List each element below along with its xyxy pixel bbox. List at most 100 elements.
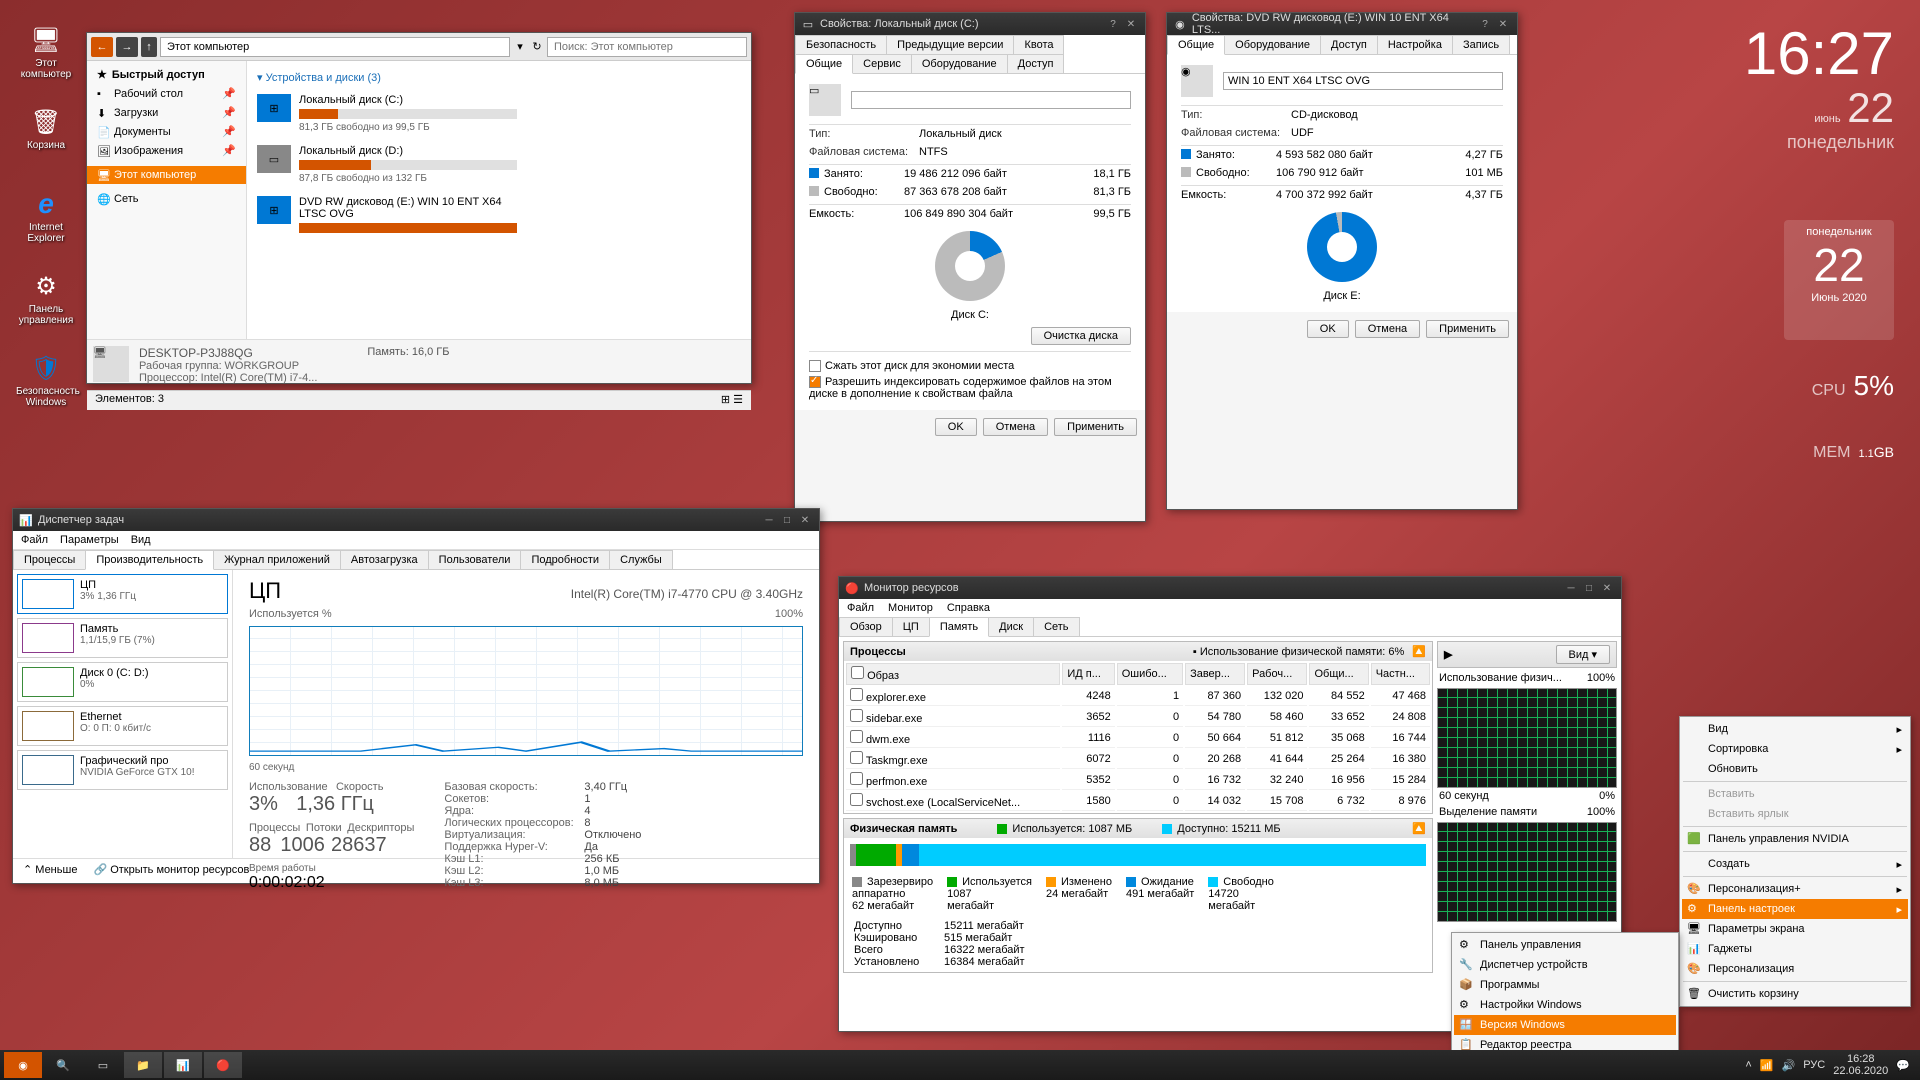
tab-sharing[interactable]: Доступ [1320, 35, 1378, 54]
menu-item[interactable]: ⚙Панель настроек▸ [1682, 899, 1908, 919]
fewer-details-link[interactable]: ⌃ Меньше [23, 863, 77, 876]
min-button[interactable]: ─ [761, 513, 777, 527]
volume-tray-icon[interactable]: 🔊 [1782, 1059, 1796, 1072]
menu-help[interactable]: Справка [947, 602, 990, 614]
forward-button[interactable]: → [116, 37, 138, 57]
close-button[interactable]: ✕ [1599, 581, 1615, 595]
menu-file[interactable]: Файл [21, 534, 48, 546]
up-button[interactable]: ↑ [141, 37, 157, 57]
col-private[interactable]: Частн... [1371, 663, 1430, 685]
ok-button[interactable]: OK [1307, 320, 1349, 338]
dropdown-icon[interactable]: ▾ [513, 40, 527, 53]
open-resmon-link[interactable]: 🔗 Открыть монитор ресурсов [93, 863, 249, 876]
min-button[interactable]: ─ [1563, 581, 1579, 595]
tab-overview[interactable]: Обзор [839, 617, 893, 636]
notifications-icon[interactable]: 💬 [1896, 1059, 1910, 1072]
table-row[interactable]: dwm.exe1116050 66451 81235 06816 744 [846, 729, 1430, 748]
address-bar[interactable]: Этот компьютер [160, 37, 510, 57]
cancel-button[interactable]: Отмена [983, 418, 1048, 436]
menu-item[interactable]: Вставить ярлык [1682, 804, 1908, 824]
start-button[interactable]: ◉ [4, 1052, 42, 1078]
clock-tray[interactable]: 16:28 22.06.2020 [1833, 1053, 1888, 1077]
back-button[interactable]: ← [91, 37, 113, 57]
tab-tools[interactable]: Сервис [852, 54, 912, 73]
menu-item[interactable]: 🎨Персонализация [1682, 959, 1908, 979]
close-button[interactable]: ✕ [797, 513, 813, 527]
menu-item[interactable]: 🪟Версия Windows [1454, 1015, 1676, 1035]
menu-item[interactable]: 🎨Персонализация+▸ [1682, 879, 1908, 899]
tab-cpu[interactable]: ЦП [892, 617, 930, 636]
resmon-taskbar[interactable]: 🔴 [204, 1052, 242, 1078]
menu-item[interactable]: 🖥Параметры экрана [1682, 919, 1908, 939]
menu-item[interactable]: 📦Программы [1454, 975, 1676, 995]
table-row[interactable]: svchost.exe (LocalServiceNet...1580014 0… [846, 792, 1430, 811]
titlebar[interactable]: 📊Диспетчер задач─□✕ [13, 509, 819, 531]
network-tray-icon[interactable]: 📶 [1760, 1059, 1774, 1072]
max-button[interactable]: □ [1581, 581, 1597, 595]
collapse-icon[interactable]: 🔼 [1412, 822, 1426, 835]
cleanup-button[interactable]: Очистка диска [1031, 327, 1131, 345]
titlebar[interactable]: 🔴Монитор ресурсов─□✕ [839, 577, 1621, 599]
taskview-button[interactable]: ▭ [84, 1052, 122, 1078]
collapse-icon[interactable]: 🔼 [1412, 645, 1426, 658]
col-faults[interactable]: Ошибо... [1117, 663, 1183, 685]
ok-button[interactable]: OK [935, 418, 977, 436]
tab-burn[interactable]: Запись [1452, 35, 1510, 54]
volume-label-input[interactable] [1223, 72, 1503, 90]
drive-d[interactable]: ▭ Локальный диск (D:) 87,8 ГБ свободно и… [257, 139, 517, 190]
desktop-icon-recycle[interactable]: 🗑Корзина [16, 106, 76, 151]
col-working[interactable]: Рабоч... [1247, 663, 1307, 685]
tab-quota[interactable]: Квота [1013, 35, 1064, 54]
tab-apphistory[interactable]: Журнал приложений [213, 550, 341, 569]
menu-item[interactable]: Сортировка▸ [1682, 739, 1908, 759]
sidebar-downloads[interactable]: ⬇Загрузки📌 [87, 103, 246, 122]
tab-processes[interactable]: Процессы [13, 550, 86, 569]
view-icons[interactable]: ⊞ ☰ [721, 393, 743, 408]
refresh-icon[interactable]: ↻ [530, 40, 544, 53]
table-row[interactable]: perfmon.exe5352016 73232 24016 95615 284 [846, 771, 1430, 790]
col-image[interactable]: Образ [846, 663, 1060, 685]
menu-item[interactable]: 🟩Панель управления NVIDIA [1682, 829, 1908, 849]
tab-startup[interactable]: Автозагрузка [340, 550, 429, 569]
index-checkbox[interactable] [809, 376, 821, 388]
table-row[interactable]: explorer.exe4248187 360132 02084 55247 4… [846, 687, 1430, 706]
panel-header[interactable]: Процессы▪ Использование физической памят… [844, 642, 1432, 661]
help-button[interactable]: ? [1105, 17, 1121, 31]
tab-hw[interactable]: Оборудование [1224, 35, 1321, 54]
desktop-icon-thispc[interactable]: 🖥Этот компьютер [16, 24, 76, 80]
drive-e[interactable]: ⊞ DVD RW дисковод (E:) WIN 10 ENT X64 LT… [257, 190, 517, 242]
perf-card-eth[interactable]: EthernetО: 0 П: 0 кбит/с [17, 706, 228, 746]
close-button[interactable]: ✕ [1123, 17, 1139, 31]
col-commit[interactable]: Завер... [1185, 663, 1245, 685]
tab-security[interactable]: Безопасность [795, 35, 887, 54]
tab-sharing[interactable]: Доступ [1007, 54, 1065, 73]
perf-card-gpu[interactable]: Графический проNVIDIA GeForce GTX 10! [17, 750, 228, 790]
search-button[interactable]: 🔍 [44, 1052, 82, 1078]
sidebar-quick[interactable]: ★ Быстрый доступ [87, 65, 246, 84]
tab-users[interactable]: Пользователи [428, 550, 522, 569]
tab-performance[interactable]: Производительность [85, 550, 214, 570]
perf-card-mem[interactable]: Память1,1/15,9 ГБ (7%) [17, 618, 228, 658]
sidebar-documents[interactable]: 📄Документы📌 [87, 122, 246, 141]
col-shared[interactable]: Общи... [1309, 663, 1368, 685]
desktop-icon-ie[interactable]: eInternet Explorer [16, 188, 76, 244]
menu-item[interactable]: 🗑Очистить корзину [1682, 984, 1908, 1004]
sidebar-network[interactable]: 🌐Сеть [87, 190, 246, 208]
desktop-icon-cpl[interactable]: ⚙Панель управления [16, 270, 76, 326]
menu-item[interactable]: Вставить [1682, 784, 1908, 804]
perf-card-disk[interactable]: Диск 0 (C: D:)0% [17, 662, 228, 702]
sidebar-pictures[interactable]: 🖼Изображения📌 [87, 141, 246, 160]
menu-item[interactable]: Создать▸ [1682, 854, 1908, 874]
explorer-taskbar[interactable]: 📁 [124, 1052, 162, 1078]
compress-checkbox[interactable] [809, 360, 821, 372]
menu-options[interactable]: Параметры [60, 534, 119, 546]
tab-memory[interactable]: Память [929, 617, 989, 637]
menu-item[interactable]: 📊Гаджеты [1682, 939, 1908, 959]
menu-item[interactable]: Вид▸ [1682, 719, 1908, 739]
tab-config[interactable]: Настройка [1377, 35, 1453, 54]
perf-card-cpu[interactable]: ЦП3% 1,36 ГГц [17, 574, 228, 614]
expand-icon[interactable]: ▶ [1444, 648, 1452, 661]
drives-group-header[interactable]: ▾ Устройства и диски (3) [257, 67, 741, 88]
drive-c[interactable]: ⊞ Локальный диск (C:) 81,3 ГБ свободно и… [257, 88, 517, 139]
table-row[interactable]: sidebar.exe3652054 78058 46033 65224 808 [846, 708, 1430, 727]
